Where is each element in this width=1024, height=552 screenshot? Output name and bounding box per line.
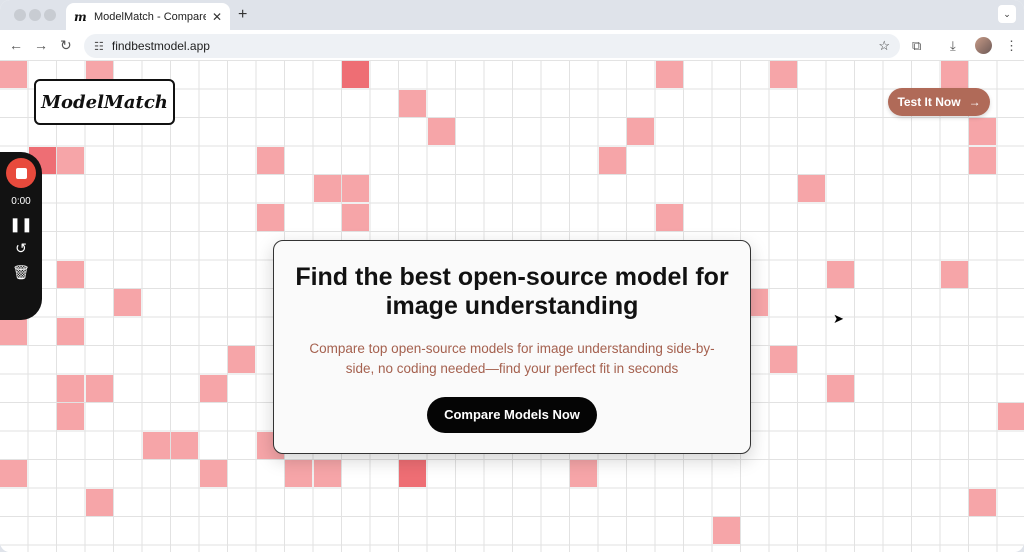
highlighted-grid-cell — [0, 317, 27, 345]
highlighted-grid-cell — [969, 488, 996, 516]
browser-window: m ModelMatch - Compare Visio ✕ + ⌄ ← → ↻… — [0, 0, 1024, 552]
highlighted-grid-cell — [57, 260, 84, 288]
pause-icon[interactable]: ❚❚ — [9, 217, 32, 231]
highlighted-grid-cell — [627, 118, 654, 145]
logo[interactable]: ModelMatch — [34, 79, 175, 125]
test-it-now-label: Test It Now — [897, 95, 961, 109]
back-icon[interactable]: ← — [9, 37, 23, 53]
restart-icon[interactable]: ↺ — [15, 241, 27, 255]
highlighted-grid-cell — [969, 118, 996, 145]
tune-icon[interactable]: ☷ — [94, 40, 104, 53]
trash-icon[interactable]: 🗑 — [12, 265, 30, 279]
highlighted-grid-cell — [142, 431, 170, 459]
extensions-icon[interactable]: ⧉ — [912, 38, 921, 54]
highlighted-grid-cell — [655, 61, 683, 88]
highlighted-grid-cell — [199, 374, 227, 402]
tab-title: ModelMatch - Compare Visio — [94, 10, 206, 23]
highlighted-grid-cell — [57, 146, 84, 174]
active-tab[interactable]: m ModelMatch - Compare Visio ✕ — [66, 3, 230, 30]
forward-icon[interactable]: → — [34, 37, 48, 53]
stop-recording-button[interactable] — [6, 158, 36, 188]
highlighted-grid-cell — [826, 260, 854, 288]
minimize-window-dot[interactable] — [29, 9, 41, 21]
star-icon[interactable]: ☆ — [878, 38, 890, 54]
highlighted-grid-cell — [712, 517, 740, 544]
screen-recorder-panel: 0:00 ❚❚ ↺ 🗑 — [0, 152, 42, 320]
highlighted-grid-cell — [655, 203, 683, 231]
zoom-window-dot[interactable] — [44, 9, 56, 21]
highlighted-grid-cell — [997, 403, 1024, 430]
highlighted-grid-cell — [171, 431, 198, 459]
mouse-cursor-icon: ➤ — [833, 311, 844, 326]
arrow-right-icon: → — [968, 95, 981, 109]
highlighted-grid-cell — [85, 488, 113, 516]
address-bar[interactable]: ☷ findbestmodel.app ☆ — [84, 34, 900, 58]
highlighted-grid-cell — [313, 460, 341, 487]
download-icon[interactable]: ⤓ — [950, 38, 956, 54]
highlighted-grid-cell — [769, 346, 797, 373]
page-viewport: ModelMatch Test It Now → 0:00 ❚❚ ↺ 🗑 Fin… — [0, 61, 1024, 552]
highlighted-grid-cell — [57, 317, 84, 345]
highlighted-grid-cell — [940, 260, 968, 288]
tab-close-icon[interactable]: ✕ — [212, 10, 222, 24]
compare-models-button[interactable]: Compare Models Now — [427, 397, 597, 433]
highlighted-grid-cell — [826, 374, 854, 402]
tab-search-button[interactable]: ⌄ — [998, 5, 1016, 23]
highlighted-grid-cell — [342, 203, 369, 231]
stop-icon — [15, 167, 27, 179]
menu-icon[interactable]: ⋮ — [1005, 38, 1018, 54]
highlighted-grid-cell — [427, 118, 455, 145]
highlighted-grid-cell — [313, 175, 341, 202]
highlighted-grid-cell — [769, 61, 797, 88]
tab-strip: m ModelMatch - Compare Visio ✕ + ⌄ — [0, 0, 1024, 30]
new-tab-button[interactable]: + — [238, 6, 247, 24]
highlighted-grid-cell — [57, 403, 84, 430]
highlighted-grid-cell — [399, 89, 426, 117]
highlighted-grid-cell — [342, 175, 369, 202]
highlighted-grid-cell — [285, 460, 312, 487]
highlighted-grid-cell — [0, 460, 27, 487]
url-text[interactable]: findbestmodel.app — [112, 39, 878, 53]
highlighted-grid-cell — [0, 61, 27, 88]
highlighted-grid-cell — [798, 175, 825, 202]
highlighted-grid-cell — [940, 61, 968, 88]
highlighted-grid-cell — [256, 146, 284, 174]
highlighted-grid-cell — [85, 374, 113, 402]
highlighted-grid-cell — [57, 374, 84, 402]
highlighted-grid-cell — [114, 289, 141, 316]
highlighted-grid-cell — [342, 61, 369, 88]
recording-time: 0:00 — [11, 196, 31, 207]
highlighted-grid-cell — [256, 203, 284, 231]
highlighted-grid-cell — [228, 346, 255, 373]
browser-toolbar: ← → ↻ ☷ findbestmodel.app ☆ ⧉ ⤓ ⋮ — [0, 30, 1024, 61]
highlighted-grid-cell — [598, 146, 626, 174]
highlighted-grid-cell — [199, 460, 227, 487]
hero-subtitle: Compare top open-source models for image… — [309, 341, 715, 376]
profile-avatar[interactable] — [975, 37, 992, 54]
hero-card: Find the best open-source model for imag… — [273, 240, 751, 454]
highlighted-grid-cell — [969, 146, 996, 174]
reload-icon[interactable]: ↻ — [60, 37, 72, 54]
highlighted-grid-cell — [570, 460, 597, 487]
close-window-dot[interactable] — [14, 9, 26, 21]
highlighted-grid-cell — [399, 460, 426, 487]
hero-title: Find the best open-source model for imag… — [295, 263, 729, 320]
test-it-now-button[interactable]: Test It Now → — [888, 88, 990, 116]
favicon-icon: m — [74, 9, 87, 24]
